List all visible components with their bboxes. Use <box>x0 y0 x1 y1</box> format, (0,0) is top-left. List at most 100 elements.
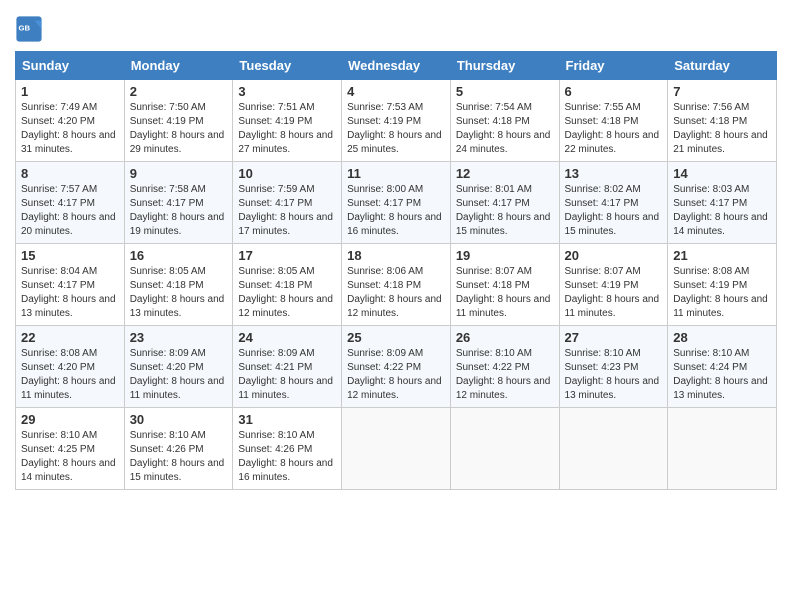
calendar-day-cell <box>668 408 777 490</box>
calendar-day-cell: 3Sunrise: 7:51 AMSunset: 4:19 PMDaylight… <box>233 80 342 162</box>
calendar-day-cell: 19Sunrise: 8:07 AMSunset: 4:18 PMDayligh… <box>450 244 559 326</box>
calendar-week-row: 22Sunrise: 8:08 AMSunset: 4:20 PMDayligh… <box>16 326 777 408</box>
day-number: 8 <box>21 166 119 181</box>
day-number: 16 <box>130 248 228 263</box>
calendar-day-header: Thursday <box>450 52 559 80</box>
day-info: Sunrise: 7:59 AMSunset: 4:17 PMDaylight:… <box>238 183 336 239</box>
calendar-day-cell: 27Sunrise: 8:10 AMSunset: 4:23 PMDayligh… <box>559 326 668 408</box>
calendar-day-header: Friday <box>559 52 668 80</box>
day-number: 30 <box>130 412 228 427</box>
day-info: Sunrise: 8:10 AMSunset: 4:24 PMDaylight:… <box>673 347 771 403</box>
calendar-day-cell <box>559 408 668 490</box>
calendar-day-cell: 18 Sunrise: 8:06 AMSunset: 4:18 PMDayligh… <box>342 244 451 326</box>
calendar-day-cell: 11Sunrise: 8:00 AMSunset: 4:17 PMDayligh… <box>342 162 451 244</box>
day-number: 29 <box>21 412 119 427</box>
day-info: Sunrise: 8:10 AMSunset: 4:22 PMDaylight:… <box>456 347 554 403</box>
logo-icon: GB <box>15 15 43 43</box>
day-number: 26 <box>456 330 554 345</box>
calendar-day-cell: 13Sunrise: 8:02 AMSunset: 4:17 PMDayligh… <box>559 162 668 244</box>
calendar-day-cell: 6 Sunrise: 7:55 AMSunset: 4:18 PMDaylight… <box>559 80 668 162</box>
calendar-day-cell: 7 Sunrise: 7:56 AMSunset: 4:18 PMDaylight… <box>668 80 777 162</box>
day-info: Sunrise: 7:56 AMSunset: 4:18 PMDaylight:… <box>673 101 771 157</box>
day-number: 5 <box>456 84 554 99</box>
calendar-day-cell <box>342 408 451 490</box>
page-header: GB <box>15 10 777 43</box>
day-number: 7 <box>673 84 771 99</box>
calendar-day-header: Monday <box>124 52 233 80</box>
day-number: 3 <box>238 84 336 99</box>
calendar-day-cell: 29 Sunrise: 8:10 AMSunset: 4:25 PMDayligh… <box>16 408 125 490</box>
day-info: Sunrise: 7:58 AMSunset: 4:17 PMDaylight:… <box>130 183 228 239</box>
day-number: 15 <box>21 248 119 263</box>
calendar-day-cell: 23 Sunrise: 8:09 AMSunset: 4:20 PMDayligh… <box>124 326 233 408</box>
day-number: 28 <box>673 330 771 345</box>
day-info: Sunrise: 8:09 AMSunset: 4:20 PMDaylight:… <box>130 347 228 403</box>
day-info: Sunrise: 8:07 AMSunset: 4:18 PMDaylight:… <box>456 265 554 321</box>
calendar-day-cell: 26 Sunrise: 8:10 AMSunset: 4:22 PMDayligh… <box>450 326 559 408</box>
day-number: 1 <box>21 84 119 99</box>
day-number: 12 <box>456 166 554 181</box>
day-number: 14 <box>673 166 771 181</box>
day-number: 22 <box>21 330 119 345</box>
day-info: Sunrise: 8:06 AMSunset: 4:18 PMDaylight:… <box>347 265 445 321</box>
calendar-day-cell: 4 Sunrise: 7:53 AMSunset: 4:19 PMDaylight… <box>342 80 451 162</box>
calendar-day-cell: 30 Sunrise: 8:10 AMSunset: 4:26 PMDayligh… <box>124 408 233 490</box>
page-container: GB SundayMondayTuesdayWednesdayThursdayF… <box>0 0 792 500</box>
day-info: Sunrise: 8:05 AMSunset: 4:18 PMDaylight:… <box>130 265 228 321</box>
day-number: 9 <box>130 166 228 181</box>
day-info: Sunrise: 7:55 AMSunset: 4:18 PMDaylight:… <box>565 101 663 157</box>
calendar-day-cell: 8 Sunrise: 7:57 AMSunset: 4:17 PMDaylight… <box>16 162 125 244</box>
day-number: 31 <box>238 412 336 427</box>
day-info: Sunrise: 8:10 AMSunset: 4:25 PMDaylight:… <box>21 429 119 485</box>
day-number: 13 <box>565 166 663 181</box>
day-info: Sunrise: 8:08 AMSunset: 4:19 PMDaylight:… <box>673 265 771 321</box>
day-number: 27 <box>565 330 663 345</box>
day-info: Sunrise: 7:54 AMSunset: 4:18 PMDaylight:… <box>456 101 554 157</box>
day-info: Sunrise: 8:07 AMSunset: 4:19 PMDaylight:… <box>565 265 663 321</box>
calendar-day-cell: 2Sunrise: 7:50 AMSunset: 4:19 PMDaylight… <box>124 80 233 162</box>
calendar-day-cell: 22Sunrise: 8:08 AMSunset: 4:20 PMDayligh… <box>16 326 125 408</box>
day-number: 6 <box>565 84 663 99</box>
day-info: Sunrise: 8:01 AMSunset: 4:17 PMDaylight:… <box>456 183 554 239</box>
day-number: 17 <box>238 248 336 263</box>
day-info: Sunrise: 7:57 AMSunset: 4:17 PMDaylight:… <box>21 183 119 239</box>
day-number: 4 <box>347 84 445 99</box>
calendar-day-cell: 12 Sunrise: 8:01 AMSunset: 4:17 PMDayligh… <box>450 162 559 244</box>
calendar-week-row: 8 Sunrise: 7:57 AMSunset: 4:17 PMDaylight… <box>16 162 777 244</box>
day-number: 25 <box>347 330 445 345</box>
day-number: 24 <box>238 330 336 345</box>
calendar-day-cell: 10 Sunrise: 7:59 AMSunset: 4:17 PMDayligh… <box>233 162 342 244</box>
logo: GB <box>15 15 47 43</box>
day-info: Sunrise: 8:10 AMSunset: 4:26 PMDaylight:… <box>130 429 228 485</box>
calendar-week-row: 1 Sunrise: 7:49 AMSunset: 4:20 PMDaylight… <box>16 80 777 162</box>
calendar-day-header: Tuesday <box>233 52 342 80</box>
day-info: Sunrise: 8:04 AMSunset: 4:17 PMDaylight:… <box>21 265 119 321</box>
day-info: Sunrise: 7:49 AMSunset: 4:20 PMDaylight:… <box>21 101 119 157</box>
calendar-day-cell: 16 Sunrise: 8:05 AMSunset: 4:18 PMDayligh… <box>124 244 233 326</box>
day-number: 10 <box>238 166 336 181</box>
calendar-day-cell: 5 Sunrise: 7:54 AMSunset: 4:18 PMDaylight… <box>450 80 559 162</box>
day-info: Sunrise: 8:03 AMSunset: 4:17 PMDaylight:… <box>673 183 771 239</box>
day-info: Sunrise: 8:05 AMSunset: 4:18 PMDaylight:… <box>238 265 336 321</box>
calendar-day-cell: 1 Sunrise: 7:49 AMSunset: 4:20 PMDaylight… <box>16 80 125 162</box>
calendar-day-cell <box>450 408 559 490</box>
calendar-day-header: Sunday <box>16 52 125 80</box>
day-info: Sunrise: 8:09 AMSunset: 4:22 PMDaylight:… <box>347 347 445 403</box>
calendar-day-cell: 15 Sunrise: 8:04 AMSunset: 4:17 PMDayligh… <box>16 244 125 326</box>
calendar-header-row: SundayMondayTuesdayWednesdayThursdayFrid… <box>16 52 777 80</box>
day-number: 18 <box>347 248 445 263</box>
calendar-day-cell: 28 Sunrise: 8:10 AMSunset: 4:24 PMDayligh… <box>668 326 777 408</box>
calendar-day-cell: 14 Sunrise: 8:03 AMSunset: 4:17 PMDayligh… <box>668 162 777 244</box>
day-info: Sunrise: 7:50 AMSunset: 4:19 PMDaylight:… <box>130 101 228 157</box>
calendar-table: SundayMondayTuesdayWednesdayThursdayFrid… <box>15 51 777 490</box>
calendar-week-row: 15 Sunrise: 8:04 AMSunset: 4:17 PMDayligh… <box>16 244 777 326</box>
day-info: Sunrise: 8:10 AMSunset: 4:26 PMDaylight:… <box>238 429 336 485</box>
calendar-day-cell: 24Sunrise: 8:09 AMSunset: 4:21 PMDayligh… <box>233 326 342 408</box>
day-info: Sunrise: 8:00 AMSunset: 4:17 PMDaylight:… <box>347 183 445 239</box>
day-info: Sunrise: 7:53 AMSunset: 4:19 PMDaylight:… <box>347 101 445 157</box>
day-number: 23 <box>130 330 228 345</box>
calendar-day-cell: 21 Sunrise: 8:08 AMSunset: 4:19 PMDayligh… <box>668 244 777 326</box>
calendar-day-cell: 9 Sunrise: 7:58 AMSunset: 4:17 PMDaylight… <box>124 162 233 244</box>
calendar-week-row: 29 Sunrise: 8:10 AMSunset: 4:25 PMDayligh… <box>16 408 777 490</box>
day-number: 21 <box>673 248 771 263</box>
